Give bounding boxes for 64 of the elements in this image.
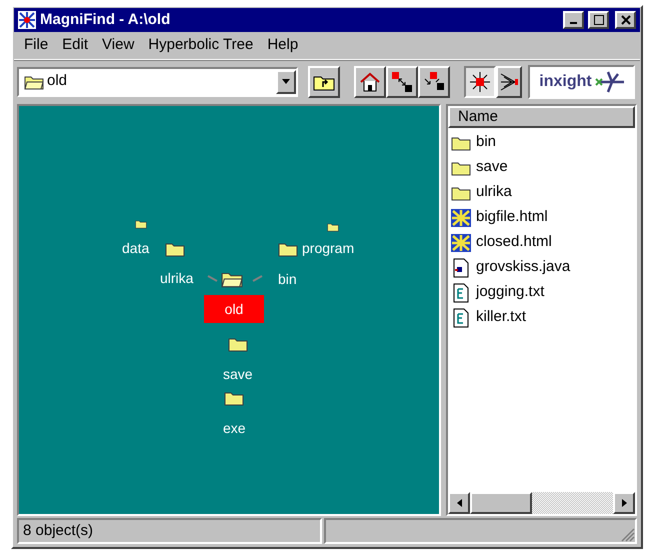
logo-text: inxight — [539, 72, 592, 92]
dropdown-button[interactable] — [276, 70, 296, 94]
list-row[interactable]: bigfile.html — [450, 205, 635, 230]
node-label[interactable]: program — [302, 238, 354, 259]
path-value: old — [47, 71, 68, 92]
node-label[interactable]: save — [223, 364, 253, 385]
folder-icon — [451, 184, 471, 200]
list-row[interactable]: closed.html — [450, 230, 635, 255]
scroll-left-button[interactable] — [448, 492, 470, 514]
maximize-button[interactable] — [588, 11, 609, 29]
minimize-icon — [570, 22, 577, 24]
list-row[interactable]: bin — [450, 130, 635, 155]
list-row[interactable]: grovskiss.java — [450, 255, 635, 280]
focus-node[interactable]: old — [204, 295, 264, 323]
close-button[interactable] — [615, 11, 636, 29]
toolbar-button[interactable] — [464, 66, 496, 98]
left-arrow-icon — [456, 499, 462, 507]
menu-item[interactable]: Help — [261, 34, 304, 57]
starburst-icon — [469, 70, 491, 92]
text-file-icon — [452, 308, 470, 328]
folder-icon — [451, 160, 471, 176]
text-file-icon — [452, 282, 470, 302]
folder-icon — [278, 240, 298, 256]
menu-item[interactable]: View — [96, 34, 140, 57]
list-row[interactable]: jogging.txt — [450, 280, 635, 305]
list-row[interactable]: ulrika — [450, 180, 635, 205]
folder-icon — [327, 222, 339, 232]
folder-icon — [224, 390, 244, 406]
hyperbolic-tree-canvas[interactable]: data program ulrika bin old save exe — [17, 104, 441, 516]
scroll-right-button[interactable] — [613, 492, 635, 514]
home-icon — [359, 72, 381, 92]
folder-icon — [165, 240, 186, 256]
scroll-thumb[interactable] — [470, 492, 532, 514]
maximize-icon — [594, 15, 604, 25]
web-page-icon — [451, 208, 471, 226]
folder-icon — [228, 336, 248, 352]
fan-lines-icon — [500, 72, 518, 92]
menu-item[interactable]: Hyperbolic Tree — [142, 34, 260, 57]
menu-item[interactable]: Edit — [56, 34, 94, 57]
minimize-button[interactable] — [563, 11, 584, 29]
folder-icon — [23, 74, 45, 90]
column-header[interactable]: Name — [448, 106, 635, 128]
java-file-icon — [452, 258, 470, 278]
window-title: MagniFind - A:\old — [40, 10, 172, 30]
node-label[interactable]: ulrika — [160, 268, 194, 289]
menu-item[interactable]: File — [18, 34, 54, 57]
list-row[interactable]: killer.txt — [450, 305, 635, 330]
path-combobox[interactable]: old — [17, 66, 298, 96]
web-page-icon — [451, 234, 471, 252]
horizontal-scrollbar[interactable] — [448, 492, 635, 514]
collapse-nodes-icon — [423, 70, 445, 92]
close-icon — [620, 15, 630, 25]
folder-icon — [135, 219, 147, 229]
node-label[interactable]: data — [122, 238, 150, 259]
status-text: 8 object(s) — [23, 520, 94, 541]
node-label[interactable]: exe — [223, 418, 246, 439]
logo-mark-icon — [594, 70, 624, 94]
list-row[interactable]: save — [450, 155, 635, 180]
right-arrow-icon — [622, 499, 626, 507]
dropdown-arrow-icon — [282, 79, 290, 84]
app-icon — [18, 11, 36, 29]
node-label[interactable]: bin — [278, 269, 297, 290]
folder-icon — [451, 134, 471, 150]
expand-nodes-icon — [391, 70, 413, 92]
